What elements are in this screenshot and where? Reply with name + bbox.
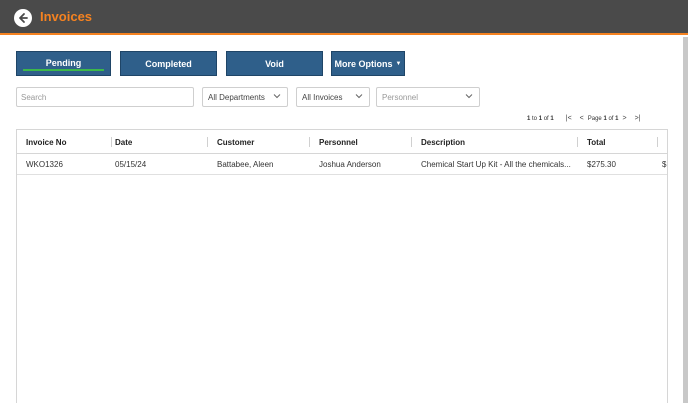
column-date[interactable]: Date	[115, 130, 132, 154]
department-select[interactable]: All Departments	[202, 87, 288, 107]
range-total: 1	[550, 115, 554, 122]
column-customer[interactable]: Customer	[217, 130, 254, 154]
range-of-label: of	[543, 115, 549, 122]
personnel-select-value: Personnel	[382, 93, 419, 102]
invoices-table: Invoice No Date Customer Personnel Descr…	[16, 129, 668, 403]
chevron-down-icon	[355, 94, 363, 99]
last-page-icon[interactable]: >|	[635, 115, 641, 122]
active-tab-indicator	[23, 69, 104, 71]
more-options-button[interactable]: More Options ▼	[331, 51, 405, 76]
range-from: 1	[527, 115, 531, 122]
column-personnel[interactable]: Personnel	[319, 130, 358, 154]
prev-page-icon[interactable]: <	[580, 115, 584, 122]
tab-void[interactable]: Void	[226, 51, 323, 76]
page-title: Invoices	[40, 9, 93, 24]
search-input[interactable]: Search	[16, 87, 194, 107]
department-select-value: All Departments	[208, 93, 265, 102]
range-to: 1	[538, 115, 543, 122]
page-count: 1	[615, 115, 619, 122]
tab-void-label: Void	[265, 58, 284, 69]
caret-down-icon: ▼	[395, 60, 402, 67]
more-options-label: More Options	[334, 58, 393, 69]
first-page-icon[interactable]: |<	[566, 115, 572, 122]
cell-invoice-no: WKO1326	[26, 160, 63, 169]
cell-personnel: Joshua Anderson	[319, 160, 381, 169]
column-divider	[411, 137, 412, 147]
column-divider	[111, 137, 112, 147]
cell-description: Chemical Start Up Kit - All the chemical…	[421, 160, 571, 169]
status-tabs: Pending Completed Void More Options ▼	[16, 51, 405, 76]
cell-customer: Battabee, Aleen	[217, 160, 274, 169]
invoice-type-select[interactable]: All Invoices	[296, 87, 370, 107]
column-description[interactable]: Description	[421, 130, 465, 154]
pagination: 1 to 1 of 1 |< < Page 1 of 1 > >|	[527, 115, 644, 122]
table-header: Invoice No Date Customer Personnel Descr…	[17, 130, 667, 154]
chevron-down-icon	[465, 94, 473, 99]
cell-date: 05/15/24	[115, 160, 147, 169]
tab-completed-label: Completed	[145, 58, 192, 69]
page-of-label: of	[608, 115, 614, 122]
table-row[interactable]: WKO1326 05/15/24 Battabee, Aleen Joshua …	[17, 154, 667, 175]
next-page-icon[interactable]: >	[622, 115, 626, 122]
column-divider	[207, 137, 208, 147]
range-to-label: to	[532, 115, 538, 122]
scrollbar-thumb[interactable]	[683, 37, 688, 403]
column-invoice-no[interactable]: Invoice No	[26, 130, 66, 154]
cell-total: $275.30	[587, 160, 616, 169]
app-header: Invoices	[0, 0, 688, 35]
page-label: Page	[587, 115, 602, 122]
back-arrow-icon[interactable]	[14, 9, 32, 27]
tab-pending[interactable]: Pending	[16, 51, 111, 76]
chevron-down-icon	[273, 94, 281, 99]
current-page: 1	[603, 115, 607, 122]
cell-overflow: $	[662, 160, 667, 169]
invoice-type-select-value: All Invoices	[302, 93, 343, 102]
column-divider	[309, 137, 310, 147]
column-divider	[577, 137, 578, 147]
tab-pending-label: Pending	[45, 58, 82, 68]
tab-completed[interactable]: Completed	[120, 51, 217, 76]
column-total[interactable]: Total	[587, 130, 606, 154]
column-divider	[657, 137, 658, 147]
personnel-select[interactable]: Personnel	[376, 87, 480, 107]
